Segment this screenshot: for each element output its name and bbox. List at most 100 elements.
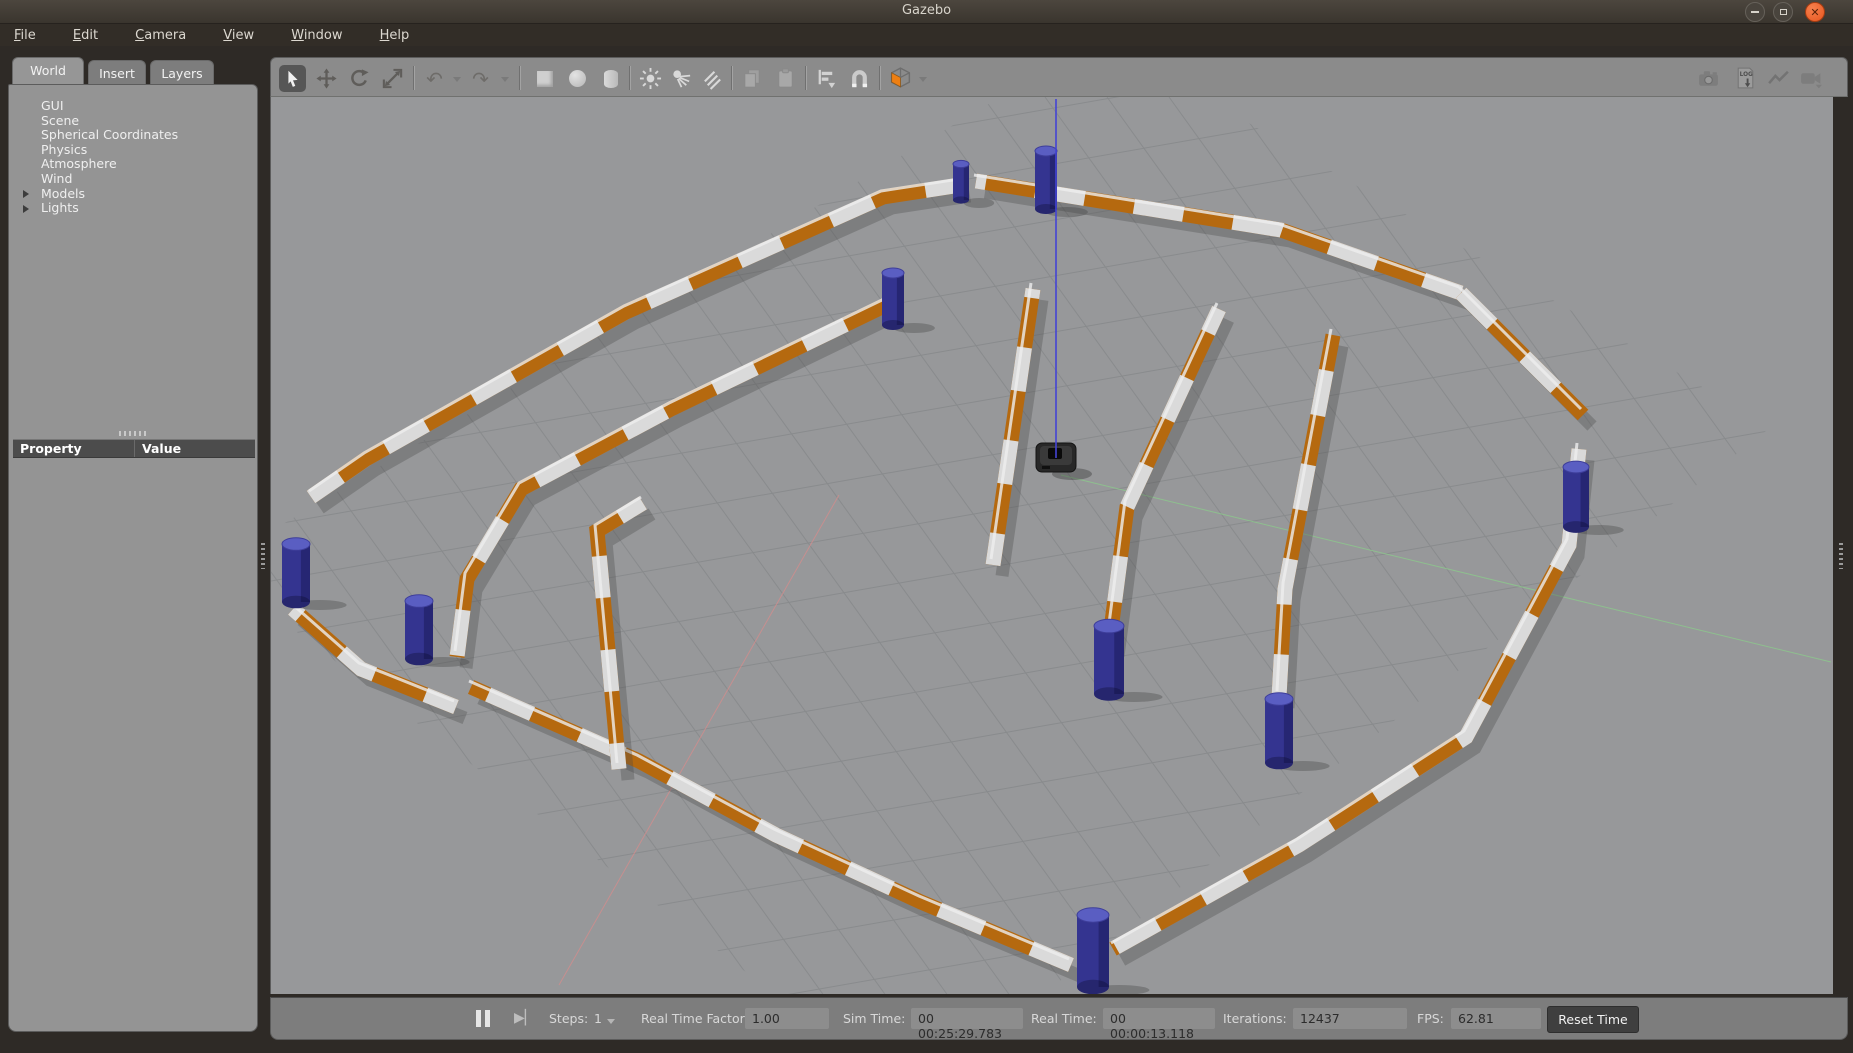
fps-label: FPS:	[1417, 1011, 1444, 1026]
window-title: Gazebo	[0, 3, 1853, 18]
align-icon	[815, 67, 838, 90]
panel-splitter-grip[interactable]	[119, 431, 149, 436]
maximize-button[interactable]	[1773, 2, 1793, 22]
lights-expand-icon[interactable]	[23, 205, 29, 213]
blue-cylinder	[1094, 619, 1163, 702]
steps-dropdown-icon[interactable]	[607, 1019, 615, 1024]
step-icon: ▶▏	[514, 1010, 536, 1026]
plot-button[interactable]	[1765, 65, 1792, 92]
barrier-outer-bottom-left	[469, 681, 1080, 976]
tab-insert[interactable]: Insert	[88, 60, 146, 84]
models-expand-icon[interactable]	[23, 190, 29, 198]
scale-tool-button[interactable]	[379, 65, 406, 92]
toolbar-separator	[519, 66, 520, 90]
y-axis-line	[1061, 475, 1831, 662]
point-light-button[interactable]	[637, 65, 664, 92]
property-column-header[interactable]: Property	[13, 440, 135, 457]
insert-sphere-button[interactable]	[564, 65, 591, 92]
gazebo-3d-scene[interactable]	[271, 97, 1833, 994]
toolbar-separator	[629, 66, 630, 90]
side-panel: World Insert Layers GUI Scene Spherical …	[8, 57, 258, 1032]
copy-button[interactable]	[739, 65, 766, 92]
undo-history-dropdown[interactable]	[453, 77, 461, 82]
snap-button[interactable]	[846, 65, 873, 92]
minimize-button[interactable]	[1745, 2, 1765, 22]
barrier-center-left-wall	[991, 283, 1042, 576]
real-time-label: Real Time:	[1031, 1011, 1097, 1026]
insert-cylinder-button[interactable]	[597, 65, 624, 92]
world-panel: GUI Scene Spherical Coordinates Physics …	[8, 84, 258, 1032]
simulation-status-bar: ▶▏ Steps: 1 Real Time Factor: 1.00 Sim T…	[270, 997, 1848, 1040]
data-logger-button[interactable]: LOG	[1732, 65, 1759, 92]
undo-button[interactable]: ↶	[421, 65, 448, 92]
steps-value[interactable]: 1	[594, 1011, 602, 1026]
tab-layers[interactable]: Layers	[150, 60, 214, 84]
view-cube-icon	[888, 66, 913, 91]
value-column-header[interactable]: Value	[135, 440, 181, 457]
view-angle-dropdown[interactable]	[919, 77, 927, 82]
select-tool-button[interactable]	[279, 65, 306, 92]
menu-file[interactable]: File	[4, 26, 46, 45]
tab-world[interactable]: World	[12, 57, 84, 84]
property-table-header[interactable]: Property Value	[13, 439, 255, 458]
spot-light-icon	[670, 67, 693, 90]
left-splitter-handle[interactable]	[261, 543, 265, 569]
paste-icon	[774, 67, 797, 90]
magnet-icon	[848, 67, 871, 90]
redo-button[interactable]: ↷	[467, 65, 494, 92]
tree-item-gui[interactable]: GUI	[9, 99, 257, 114]
menu-window[interactable]: Window	[281, 26, 352, 45]
toolbar-separator	[879, 66, 880, 90]
pause-button[interactable]	[476, 1010, 498, 1028]
select-arrow-icon	[282, 68, 304, 90]
tree-item-models[interactable]: Models	[9, 187, 257, 202]
pause-icon	[476, 1010, 481, 1027]
real-time-field[interactable]: 00 00:00:13.118	[1103, 1008, 1215, 1029]
sphere-icon	[569, 70, 586, 87]
screenshot-button[interactable]	[1695, 65, 1722, 92]
cylinder-icon	[604, 70, 618, 88]
tree-item-wind[interactable]: Wind	[9, 172, 257, 187]
steps-label: Steps:	[549, 1011, 588, 1026]
iterations-field[interactable]: 12437	[1293, 1008, 1407, 1029]
main-toolbar: ↶ ↷	[270, 57, 1848, 97]
close-icon: ✕	[1810, 6, 1819, 19]
video-record-button[interactable]	[1797, 65, 1824, 92]
close-button[interactable]: ✕	[1805, 2, 1825, 22]
align-button[interactable]	[813, 65, 840, 92]
title-bar[interactable]: Gazebo ✕	[0, 0, 1853, 24]
menu-view[interactable]: View	[213, 26, 264, 45]
rotate-icon	[348, 67, 371, 90]
paste-button[interactable]	[772, 65, 799, 92]
spot-light-button[interactable]	[668, 65, 695, 92]
view-angle-button[interactable]	[887, 65, 914, 92]
menu-edit[interactable]: Edit	[63, 26, 108, 45]
fps-field[interactable]: 62.81	[1451, 1008, 1541, 1029]
reset-time-button[interactable]: Reset Time	[1547, 1006, 1639, 1033]
right-splitter-handle[interactable]	[1839, 543, 1843, 569]
tree-item-lights[interactable]: Lights	[9, 201, 257, 216]
box-icon	[537, 71, 553, 87]
sim-time-field[interactable]: 00 00:25:29.783	[911, 1008, 1023, 1029]
menu-help[interactable]: Help	[370, 26, 420, 45]
render-viewport[interactable]	[270, 97, 1833, 994]
real-time-factor-field[interactable]: 1.00	[745, 1008, 829, 1029]
copy-icon	[741, 67, 764, 90]
insert-box-button[interactable]	[531, 65, 558, 92]
translate-tool-button[interactable]	[313, 65, 340, 92]
menu-camera[interactable]: Camera	[125, 26, 196, 45]
rotate-tool-button[interactable]	[346, 65, 373, 92]
tree-item-scene[interactable]: Scene	[9, 114, 257, 129]
tree-item-spherical-coordinates[interactable]: Spherical Coordinates	[9, 128, 257, 143]
step-button[interactable]: ▶▏	[514, 1010, 536, 1026]
sun-icon	[639, 67, 662, 90]
barrier-outer-right-upper	[1459, 287, 1592, 426]
toolbar-separator	[731, 66, 732, 90]
robot-model[interactable]	[1036, 443, 1092, 480]
redo-history-dropdown[interactable]	[501, 77, 509, 82]
plot-icon	[1766, 66, 1791, 91]
tree-item-physics[interactable]: Physics	[9, 143, 257, 158]
directional-light-button[interactable]	[699, 65, 726, 92]
undo-icon: ↶	[426, 67, 443, 91]
tree-item-atmosphere[interactable]: Atmosphere	[9, 157, 257, 172]
